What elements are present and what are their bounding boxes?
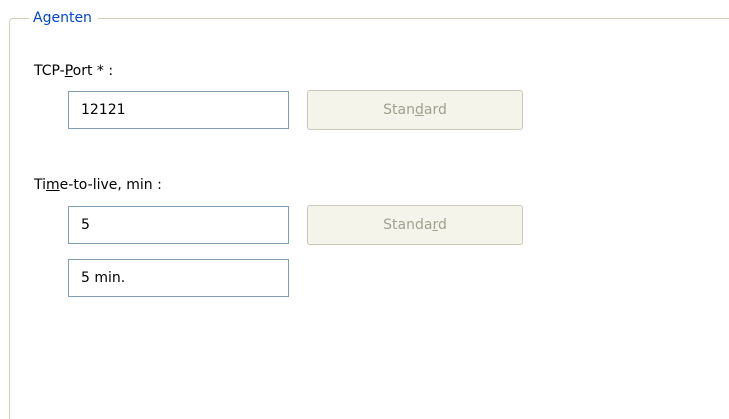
- ttl-label: Time-to-live, min :: [34, 177, 162, 193]
- ttl-standard-button: Standard: [307, 205, 523, 245]
- ttl-input[interactable]: 5: [68, 206, 289, 244]
- tcp-port-label: TCP-Port * :: [34, 63, 114, 79]
- tcp-port-input[interactable]: 12121: [68, 91, 289, 129]
- ttl-display-field: 5 min.: [68, 259, 289, 297]
- tcp-port-standard-button: Standard: [307, 90, 523, 130]
- groupbox-title: Agenten: [29, 8, 98, 28]
